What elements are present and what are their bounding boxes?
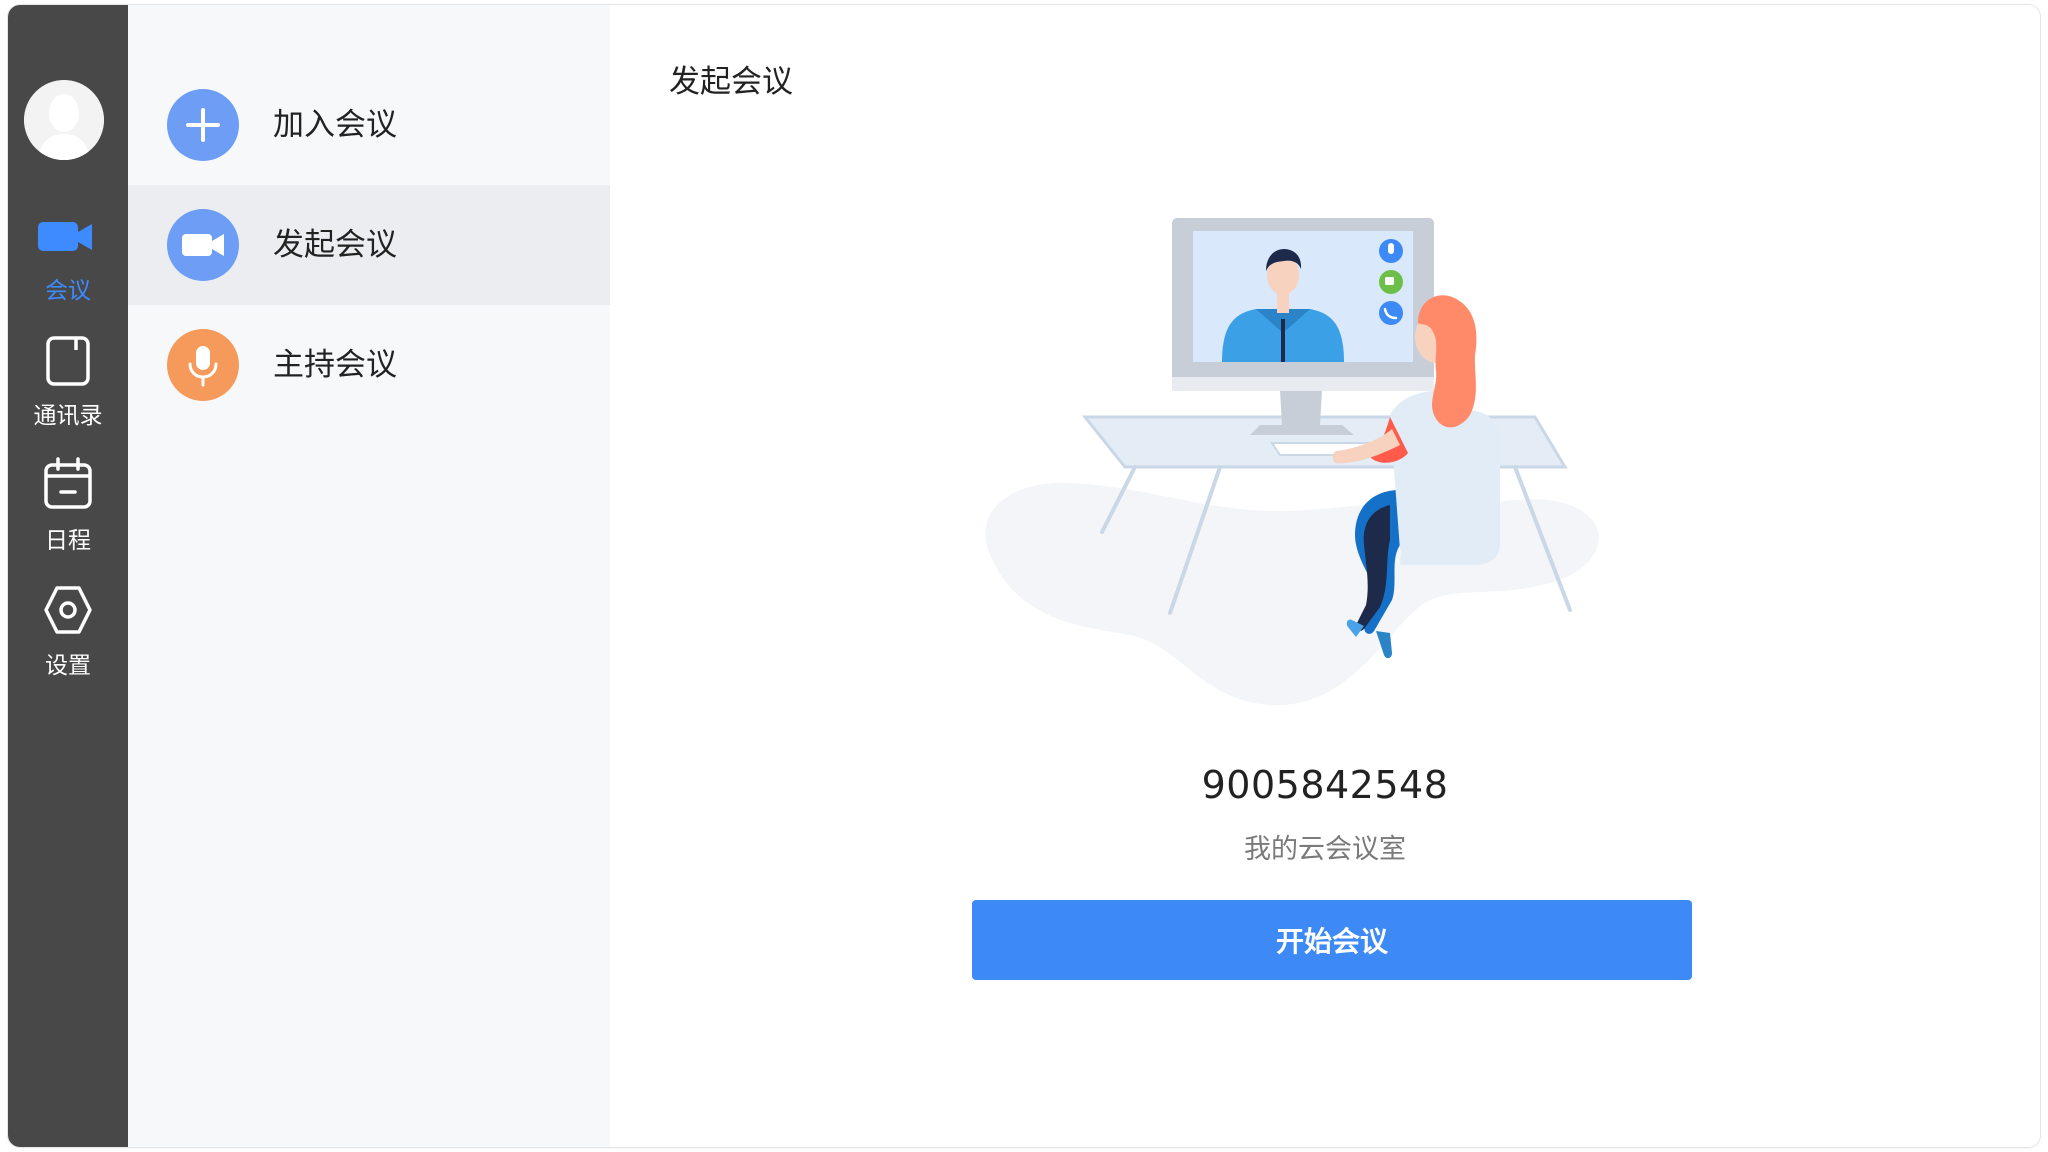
rail-item-label: 设置 xyxy=(45,653,91,679)
rail-item-label: 日程 xyxy=(45,528,91,554)
contacts-book-icon xyxy=(8,330,128,394)
avatar-placeholder-icon xyxy=(24,80,104,160)
page-title: 发起会议 xyxy=(669,64,793,100)
menu-item-label: 加入会议 xyxy=(273,107,397,143)
rail-item-schedule[interactable]: 日程 xyxy=(8,455,128,565)
menu-item-host-meeting[interactable]: 主持会议 xyxy=(128,305,610,425)
rail-item-label: 通讯录 xyxy=(33,403,103,429)
navigation-rail: 会议 通讯录 日程 设置 xyxy=(8,5,128,1147)
start-meeting-button[interactable]: 开始会议 xyxy=(972,900,1692,980)
microphone-icon xyxy=(167,329,239,401)
calendar-icon xyxy=(8,455,128,519)
rail-item-meetings[interactable]: 会议 xyxy=(8,205,128,315)
room-name: 我的云会议室 xyxy=(1244,834,1406,865)
user-avatar[interactable] xyxy=(24,80,104,160)
menu-item-label: 发起会议 xyxy=(273,227,397,263)
video-camera-icon xyxy=(167,209,239,281)
video-camera-icon xyxy=(8,205,128,269)
app-window: 会议 通讯录 日程 设置 加入会议 发起会议 主持会议 发起会议 9005842… xyxy=(8,5,2040,1147)
menu-item-start-meeting[interactable]: 发起会议 xyxy=(128,185,610,305)
menu-item-label: 主持会议 xyxy=(273,347,397,383)
meeting-menu: 加入会议 发起会议 主持会议 xyxy=(128,5,610,1147)
rail-item-contacts[interactable]: 通讯录 xyxy=(8,330,128,440)
plus-icon xyxy=(167,89,239,161)
rail-item-settings[interactable]: 设置 xyxy=(8,580,128,690)
meeting-id: 9005842548 xyxy=(1201,763,1449,807)
settings-gear-icon xyxy=(8,580,128,644)
main-panel: 发起会议 9005842548 我的云会议室 开始会议 xyxy=(610,5,2040,1147)
rail-item-label: 会议 xyxy=(45,278,91,304)
menu-item-join-meeting[interactable]: 加入会议 xyxy=(128,65,610,185)
video-conference-illustration xyxy=(985,218,1599,706)
